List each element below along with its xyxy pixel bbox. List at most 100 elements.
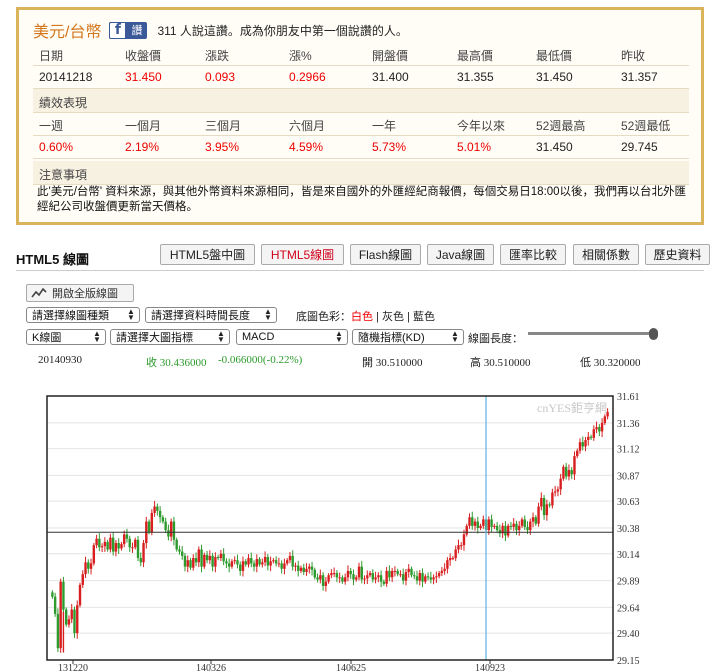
candle-body xyxy=(487,519,491,531)
candle-body xyxy=(520,519,524,526)
candle-body xyxy=(576,450,579,457)
candle-body xyxy=(67,619,71,625)
candle-body xyxy=(512,523,515,527)
candle-body xyxy=(581,442,584,447)
candle-body xyxy=(498,530,502,534)
candle-body xyxy=(388,570,391,578)
y-tick-label: 31.61 xyxy=(617,392,640,403)
candle-body xyxy=(205,554,209,561)
candle-body xyxy=(330,573,333,576)
candle-body xyxy=(62,581,65,610)
candle-body xyxy=(424,576,427,582)
candle-body xyxy=(244,561,247,565)
candle-body xyxy=(515,523,518,531)
candle-body xyxy=(440,570,444,574)
y-tick-label: 30.14 xyxy=(617,550,640,561)
candle-body xyxy=(551,492,554,506)
candle-body xyxy=(308,566,311,569)
candle-body xyxy=(84,562,87,575)
candle-body xyxy=(120,544,123,549)
candle-body xyxy=(448,558,452,561)
candle-body xyxy=(59,581,62,649)
x-tick-label: 140326 xyxy=(196,663,226,672)
candle-body xyxy=(495,525,499,531)
candle-body xyxy=(338,577,341,579)
candle-body xyxy=(490,519,493,527)
candle-body xyxy=(465,525,468,535)
candle-body xyxy=(429,577,433,580)
candle-body xyxy=(274,560,278,564)
candle-body xyxy=(106,541,109,550)
candle-body xyxy=(310,566,314,570)
candle-body xyxy=(559,478,562,490)
candle-body xyxy=(446,560,449,569)
candle-body xyxy=(261,562,264,565)
candle-body xyxy=(153,506,156,513)
candle-body xyxy=(363,578,366,580)
candle-body xyxy=(109,537,112,550)
candle-body xyxy=(100,546,104,548)
candle-body xyxy=(460,545,463,547)
candle-body xyxy=(98,538,101,548)
candle-body xyxy=(252,563,256,567)
candle-body xyxy=(172,521,176,540)
candle-body xyxy=(89,563,93,569)
candle-body xyxy=(186,560,189,567)
candle-body xyxy=(297,565,300,571)
candle-body xyxy=(134,539,137,548)
candlestick-chart[interactable]: 31.61 31.36 31.12 30.87 30.63 30.38 30.14 29.89… xyxy=(0,0,720,672)
candle-body xyxy=(169,521,173,537)
candle-body xyxy=(426,576,430,578)
candle-body xyxy=(473,521,477,526)
candle-body xyxy=(349,570,352,575)
candle-body xyxy=(321,575,325,586)
candle-body xyxy=(103,541,107,547)
candle-body xyxy=(462,534,466,546)
watermark-text: cnYES鉅亨網 xyxy=(537,400,607,415)
candle-body xyxy=(606,412,609,417)
candle-body xyxy=(595,427,598,430)
y-tick-label: 29.15 xyxy=(617,656,640,667)
candle-body xyxy=(95,538,98,546)
candle-body xyxy=(493,525,496,527)
candle-body xyxy=(374,577,377,580)
candle-body xyxy=(529,521,532,531)
y-tick-label: 30.87 xyxy=(617,471,640,482)
candle-body xyxy=(598,427,601,432)
candle-body xyxy=(208,555,212,561)
candle-body xyxy=(553,491,557,493)
candle-body xyxy=(377,575,380,578)
candle-body xyxy=(589,436,593,438)
candle-body xyxy=(200,549,203,567)
candle-body xyxy=(131,547,134,549)
candle-body xyxy=(189,560,192,568)
candle-body xyxy=(125,534,129,539)
candle-body xyxy=(396,570,399,575)
candle-body xyxy=(457,545,460,550)
candle-body xyxy=(479,525,482,528)
candle-body xyxy=(379,575,383,582)
candle-body xyxy=(227,563,231,567)
candle-body xyxy=(523,519,526,527)
candle-body xyxy=(211,555,214,567)
candle-body xyxy=(587,436,590,440)
candle-body xyxy=(335,573,339,578)
candle-body xyxy=(302,567,305,572)
candle-body xyxy=(285,560,289,564)
candle-body xyxy=(415,576,419,581)
candle-body xyxy=(360,566,363,580)
candle-body xyxy=(540,497,543,507)
candle-body xyxy=(219,553,223,559)
y-tick-label: 30.63 xyxy=(617,497,640,508)
candle-body xyxy=(346,570,350,578)
candle-body xyxy=(468,517,471,526)
candle-body xyxy=(258,559,261,565)
candle-body xyxy=(603,416,607,423)
candle-body xyxy=(142,543,145,563)
candle-body xyxy=(399,574,402,576)
candle-body xyxy=(432,577,435,580)
candle-body xyxy=(570,470,573,475)
candle-body xyxy=(385,570,388,584)
candle-body xyxy=(299,567,303,571)
candle-body xyxy=(241,561,245,571)
